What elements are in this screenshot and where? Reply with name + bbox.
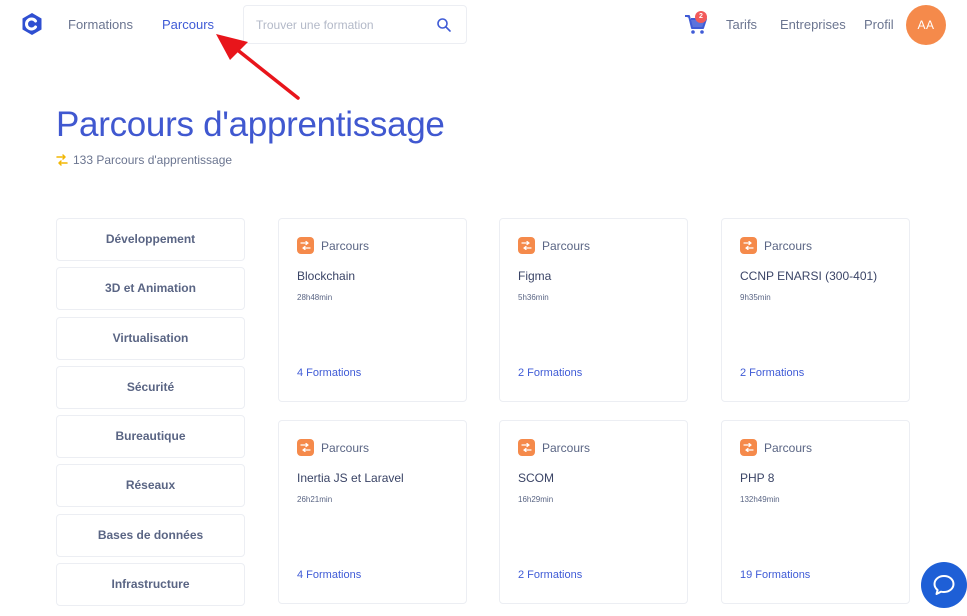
page-title: Parcours d'apprentissage — [56, 105, 445, 144]
card-duration: 5h36min — [518, 293, 549, 302]
card-title: Blockchain — [297, 269, 356, 283]
parcours-card[interactable]: Parcours Inertia JS et Laravel 26h21min … — [278, 420, 467, 604]
path-icon — [297, 439, 314, 456]
user-avatar[interactable]: AA — [906, 5, 946, 45]
card-type-label: Parcours — [764, 239, 813, 253]
card-title: Figma — [518, 269, 552, 283]
search-input[interactable] — [256, 16, 426, 34]
brand-logo-icon[interactable] — [20, 12, 44, 36]
cart-count-badge: 2 — [695, 11, 707, 23]
parcours-card[interactable]: Parcours Figma 5h36min 2 Formations — [499, 218, 688, 402]
nav-entreprises[interactable]: Entreprises — [780, 17, 846, 32]
path-icon — [56, 154, 68, 166]
card-formations-link[interactable]: 2 Formations — [518, 569, 582, 581]
nav-formations[interactable]: Formations — [68, 17, 133, 32]
card-type-label: Parcours — [542, 239, 591, 253]
category-reseaux[interactable]: Réseaux — [56, 464, 245, 507]
card-formations-link[interactable]: 4 Formations — [297, 367, 361, 379]
parcours-card[interactable]: Parcours PHP 8 132h49min 19 Formations — [721, 420, 910, 604]
path-icon — [740, 439, 757, 456]
card-type-label: Parcours — [764, 441, 813, 455]
search-box — [243, 5, 467, 44]
parcours-count-text: 133 Parcours d'apprentissage — [73, 153, 233, 167]
card-duration: 16h29min — [518, 495, 554, 504]
category-securite[interactable]: Sécurité — [56, 366, 245, 409]
category-bureautique[interactable]: Bureautique — [56, 415, 245, 458]
nav-tarifs[interactable]: Tarifs — [726, 17, 757, 32]
category-virtualisation[interactable]: Virtualisation — [56, 317, 245, 360]
nav-parcours[interactable]: Parcours — [162, 17, 214, 32]
parcours-card[interactable]: Parcours CCNP ENARSI (300-401) 9h35min 2… — [721, 218, 910, 402]
category-developpement[interactable]: Développement — [56, 218, 245, 261]
card-title: Inertia JS et Laravel — [297, 471, 404, 485]
card-type-label: Parcours — [542, 441, 591, 455]
card-type-label: Parcours — [321, 441, 370, 455]
card-duration: 132h49min — [740, 495, 780, 504]
chat-bubble-icon — [933, 575, 955, 595]
category-3d-animation[interactable]: 3D et Animation — [56, 267, 245, 310]
nav-profil[interactable]: Profil — [864, 17, 894, 32]
card-formations-link[interactable]: 2 Formations — [518, 367, 582, 379]
card-title: PHP 8 — [740, 471, 775, 485]
search-icon[interactable] — [436, 17, 452, 33]
card-formations-link[interactable]: 2 Formations — [740, 367, 804, 379]
card-formations-link[interactable]: 19 Formations — [740, 569, 810, 581]
card-duration: 9h35min — [740, 293, 771, 302]
category-infrastructure[interactable]: Infrastructure — [56, 563, 245, 606]
path-icon — [518, 237, 535, 254]
top-navbar: Formations Parcours 2 Tarifs Entreprises… — [0, 0, 967, 50]
chat-widget-button[interactable] — [921, 562, 967, 608]
page: Formations Parcours 2 Tarifs Entreprises… — [0, 0, 967, 616]
category-bases-de-donnees[interactable]: Bases de données — [56, 514, 245, 557]
path-icon — [297, 237, 314, 254]
card-duration: 26h21min — [297, 495, 333, 504]
path-icon — [518, 439, 535, 456]
parcours-card[interactable]: Parcours Blockchain 28h48min 4 Formation… — [278, 218, 467, 402]
card-title: SCOM — [518, 471, 554, 485]
parcours-card[interactable]: Parcours SCOM 16h29min 2 Formations — [499, 420, 688, 604]
card-duration: 28h48min — [297, 293, 333, 302]
card-formations-link[interactable]: 4 Formations — [297, 569, 361, 581]
card-title: CCNP ENARSI (300-401) — [740, 269, 878, 283]
path-icon — [740, 237, 757, 254]
card-type-label: Parcours — [321, 239, 370, 253]
